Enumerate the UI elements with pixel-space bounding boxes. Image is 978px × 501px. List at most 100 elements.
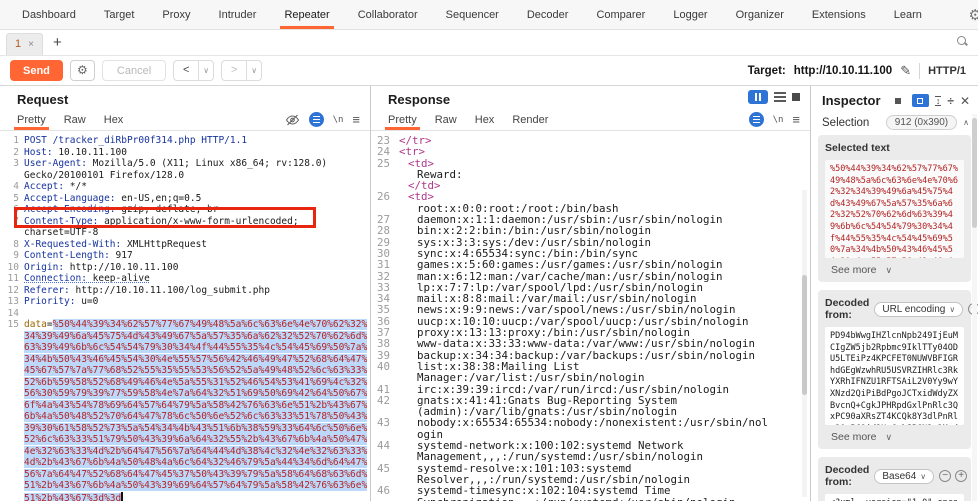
code-token: http://10.10.11.100/log_submit.php xyxy=(69,284,270,296)
edit-target-pencil-icon[interactable]: ✎ xyxy=(900,63,911,79)
line-number: 1 xyxy=(13,135,19,146)
syntax-highlight-icon[interactable] xyxy=(748,112,764,127)
editor-row: 45 systemd-resolve:x:101:103:systemd Reso… xyxy=(371,462,810,486)
back-dropdown-icon[interactable]: ∨ xyxy=(199,60,215,81)
menu-item-learn[interactable]: Learn xyxy=(880,0,936,29)
collapse-chevron-icon[interactable]: ∧ xyxy=(963,118,969,127)
forward-button[interactable]: > xyxy=(221,60,248,81)
add-decoding-step-icon[interactable]: + xyxy=(955,470,968,482)
editor-row: 7 Content-Type: application/x-www-form-ur… xyxy=(0,216,370,239)
send-button[interactable]: Send xyxy=(10,60,63,81)
editor-row: 5 Accept-Language: en-US,en;q=0.5 xyxy=(0,193,370,205)
code-line: Host: 10.10.11.100 xyxy=(24,147,368,159)
menu-item-target[interactable]: Target xyxy=(90,0,149,29)
pause-layout-icon[interactable] xyxy=(748,90,768,104)
repeater-tab-1[interactable]: 1 × xyxy=(6,32,43,55)
request-editor[interactable]: 1 POST /tracker_diRbPr00f314.php HTTP/1.1… xyxy=(0,131,370,501)
close-tab-icon[interactable]: × xyxy=(28,39,34,50)
line-number: 42 xyxy=(376,393,390,407)
send-settings-button[interactable]: ⚙ xyxy=(69,60,95,81)
selection-row[interactable]: Selection 912 (0x390) ∧ xyxy=(811,112,978,135)
selected-text-content: %50%44%39%34%62%57%77%67%49%48%5a%6c%63%… xyxy=(825,160,964,258)
code-line: Accept-Language: en-US,en;q=0.5 xyxy=(24,193,368,205)
menu-item-sequencer[interactable]: Sequencer xyxy=(432,0,513,29)
request-tab-pretty[interactable]: Pretty xyxy=(8,109,55,130)
menu-item-comparer[interactable]: Comparer xyxy=(582,0,659,29)
close-inspector-icon[interactable]: ✕ xyxy=(960,94,970,108)
response-tab-raw[interactable]: Raw xyxy=(426,109,466,130)
menu-item-organizer[interactable]: Organizer xyxy=(722,0,798,29)
editor-row: 40 list:x:38:38:Mailing List Manager:/var… xyxy=(371,361,810,384)
http-version-label[interactable]: HTTP/1 xyxy=(928,65,968,77)
line-number: 46 xyxy=(376,484,390,498)
menu-item-extensions[interactable]: Extensions xyxy=(798,0,880,29)
code-token: en-US,en;q=0.5 xyxy=(115,192,202,204)
request-tab-hex[interactable]: Hex xyxy=(95,109,133,130)
code-line: </tr> xyxy=(395,135,769,146)
editor-row: 4 Accept: */* xyxy=(0,181,370,193)
response-scrollbar[interactable] xyxy=(802,190,807,497)
response-panel-title: Response xyxy=(388,92,451,107)
line-number: 25 xyxy=(376,156,390,170)
syntax-highlight-icon[interactable] xyxy=(308,112,324,127)
editor-row: 1 POST /tracker_diRbPr00f314.php HTTP/1.1 xyxy=(0,135,370,147)
request-tab-raw[interactable]: Raw xyxy=(55,109,95,130)
response-editor[interactable]: 23 </tr> 24 <tr> 25 <td> Reward: </td> 26 <td> roo… xyxy=(371,131,810,501)
menu-item-dashboard[interactable]: Dashboard xyxy=(8,0,90,29)
target-url: http://10.10.11.100 xyxy=(793,64,893,77)
menu-item-decoder[interactable]: Decoder xyxy=(513,0,583,29)
menu-item-logger[interactable]: Logger xyxy=(659,0,721,29)
base64-dropdown[interactable]: Base64 ∨ xyxy=(874,468,935,484)
forward-dropdown-icon[interactable]: ∨ xyxy=(247,60,263,81)
editor-row: 8 X-Requested-With: XMLHttpRequest xyxy=(0,239,370,251)
see-more-link[interactable]: See more ∨ xyxy=(825,264,964,276)
response-tab-render[interactable]: Render xyxy=(503,109,557,130)
code-token: data xyxy=(24,319,47,330)
search-icon[interactable] xyxy=(956,35,968,47)
linebreaks-icon[interactable]: \n xyxy=(333,115,344,125)
code-token: systemd-timesync:x:102:104:systemd Time … xyxy=(417,484,736,501)
settings-gear-icon[interactable]: ⚙ xyxy=(969,6,978,24)
code-line: X-Requested-With: XMLHttpRequest xyxy=(24,239,368,251)
menu-item-repeater[interactable]: Repeater xyxy=(270,0,343,29)
url-encoding-dropdown[interactable]: URL encoding ∨ xyxy=(874,301,964,317)
hide-nonprinting-icon[interactable] xyxy=(285,114,300,126)
menu-item-proxy[interactable]: Proxy xyxy=(148,0,204,29)
code-token: Origin: xyxy=(24,261,65,273)
line-number: 7 xyxy=(13,215,19,227)
code-token: keep-alive xyxy=(86,273,150,284)
code-token: nobody:x:65534:65534:nobody:/nonexistent… xyxy=(417,416,769,441)
editor-menu-icon[interactable]: ≡ xyxy=(352,112,360,127)
response-tab-pretty[interactable]: Pretty xyxy=(379,109,426,130)
see-more-link[interactable]: See more ∨ xyxy=(825,431,964,443)
line-number: 8 xyxy=(13,238,19,250)
menu-item-collaborator[interactable]: Collaborator xyxy=(344,0,432,29)
cancel-button[interactable]: Cancel xyxy=(101,60,167,81)
divide-icon[interactable]: ÷ xyxy=(947,94,954,108)
expand-collapse-icon[interactable]: ↕ xyxy=(934,95,942,106)
rows-layout-icon[interactable] xyxy=(774,92,786,102)
decoded-url-content: PD94bWwgIHZlcnNpb249IjEuMCIgZW5jb2Rpbmc9… xyxy=(825,327,964,425)
line-number: 10 xyxy=(7,261,19,273)
burp-suite-window: Dashboard Target Proxy Intruder Repeater Coll… xyxy=(0,0,978,501)
dock-small-icon[interactable] xyxy=(891,95,906,107)
code-line: Priority: u=0 xyxy=(24,296,368,308)
remove-decoding-step-icon[interactable]: − xyxy=(939,470,952,482)
inspector-scrollbar[interactable] xyxy=(972,114,977,501)
dock-large-icon[interactable] xyxy=(911,94,929,107)
square-layout-icon[interactable] xyxy=(792,93,800,101)
linebreaks-icon[interactable]: \n xyxy=(773,115,784,125)
code-token: */* xyxy=(64,181,87,192)
menu-item-intruder[interactable]: Intruder xyxy=(205,0,271,29)
response-tab-hex[interactable]: Hex xyxy=(466,109,504,130)
history-forward-group: > ∨ xyxy=(221,60,263,81)
new-tab-button[interactable]: + xyxy=(53,34,62,51)
editor-menu-icon[interactable]: ≡ xyxy=(792,112,800,127)
line-number: 40 xyxy=(376,359,390,373)
inspector-panel: Inspector ↕ ÷ ✕ Selection 912 (0x390) ∧ … xyxy=(811,86,978,501)
request-view-tabs: Pretty Raw Hex xyxy=(8,109,132,130)
target-label: Target: xyxy=(747,64,786,77)
decoded-from-label: Decoded from: xyxy=(825,297,870,321)
back-button[interactable]: < xyxy=(173,60,200,81)
editor-row: 15 data=%50%44%39%34%62%57%77%67%49%48%5a… xyxy=(0,319,370,501)
